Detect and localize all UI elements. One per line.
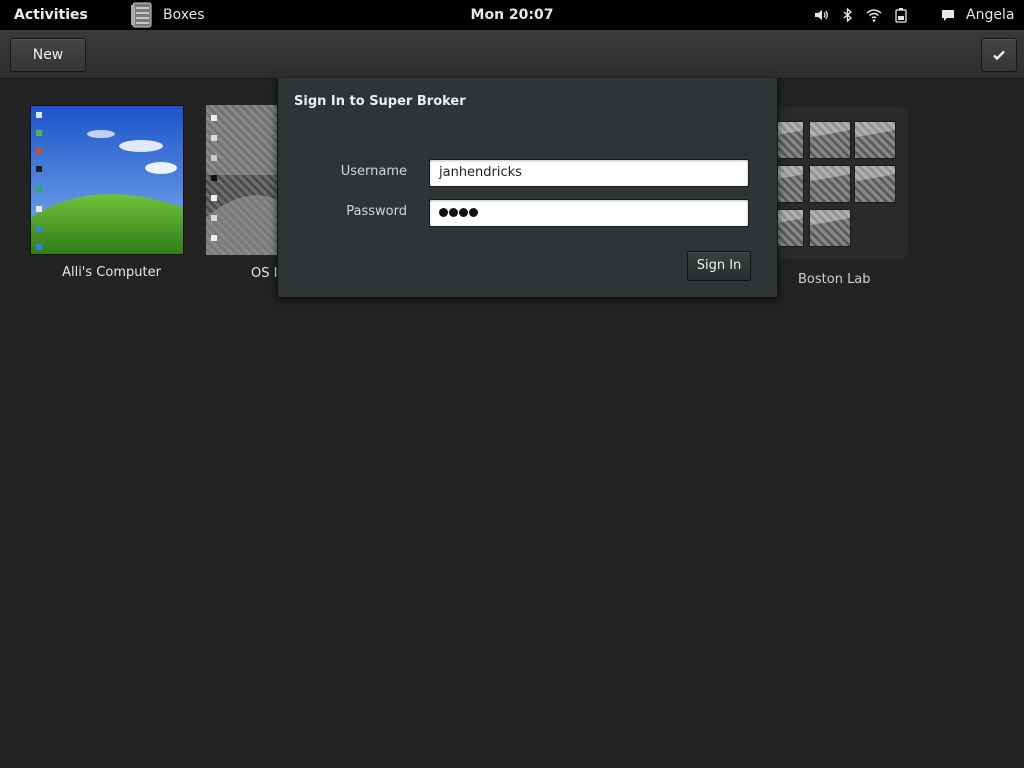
vm-thumbnail	[206, 105, 278, 255]
selection-mode-button[interactable]	[981, 38, 1017, 72]
top-panel: Activities Boxes Mon 20:07 Angela	[0, 0, 1024, 30]
boxes-app-icon[interactable]	[128, 0, 156, 30]
wifi-icon[interactable]	[866, 7, 882, 23]
new-button[interactable]: New	[10, 38, 86, 72]
collection-item-label: OS I	[251, 266, 278, 281]
group-member-thumbnail	[854, 121, 896, 159]
sign-in-button[interactable]: Sign In	[687, 251, 751, 281]
group-member-thumbnail	[809, 165, 851, 203]
group-member-thumbnail	[854, 165, 896, 203]
vm-thumbnail	[30, 105, 184, 255]
bluetooth-icon[interactable]	[840, 7, 856, 23]
app-menu-label[interactable]: Boxes	[163, 0, 205, 30]
battery-icon[interactable]	[893, 7, 909, 23]
password-dot	[449, 208, 458, 217]
group-thumbnail	[764, 107, 908, 259]
password-mask	[439, 200, 479, 226]
dialog-title: Sign In to Super Broker	[294, 94, 466, 109]
group-member-thumbnail	[809, 121, 851, 159]
desktop-wallpaper-image	[31, 106, 183, 254]
sign-in-dialog: Sign In to Super Broker Username janhend…	[277, 78, 778, 298]
group-member-thumbnail	[809, 209, 851, 247]
password-dot	[459, 208, 468, 217]
checkmark-icon	[993, 50, 1005, 61]
volume-icon[interactable]	[813, 7, 829, 23]
header-bar: New	[0, 30, 1024, 79]
activities-button[interactable]: Activities	[14, 0, 88, 30]
grayscale-wallpaper-image	[206, 105, 278, 255]
collection-item-label: Alli's Computer	[62, 265, 161, 280]
chat-icon[interactable]	[940, 7, 956, 23]
username-field[interactable]: janhendricks	[429, 159, 749, 187]
username-label: Username	[340, 164, 407, 179]
password-field[interactable]	[429, 199, 749, 227]
password-dot	[439, 208, 448, 217]
clock-label[interactable]: Mon 20:07	[471, 7, 554, 23]
password-dot	[469, 208, 478, 217]
collection-item-label: Boston Lab	[798, 272, 871, 287]
user-menu[interactable]: Angela	[966, 0, 1014, 30]
password-label: Password	[346, 204, 407, 219]
